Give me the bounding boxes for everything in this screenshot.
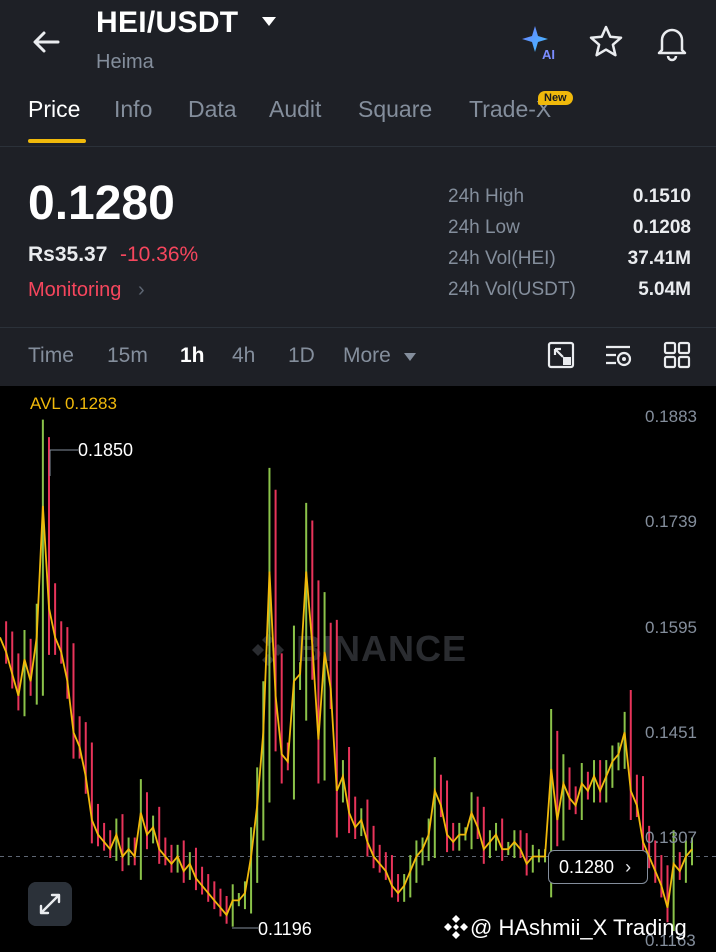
stat-label-24h-high: 24h High bbox=[448, 186, 525, 207]
y-axis-tick: 0.1739 bbox=[645, 512, 697, 531]
divider bbox=[0, 327, 716, 328]
y-axis-tick: 0.1595 bbox=[645, 618, 697, 637]
active-tab-indicator bbox=[28, 139, 86, 143]
y-axis-tick: 0.1451 bbox=[645, 723, 697, 742]
monitoring-link[interactable]: Monitoring bbox=[28, 279, 121, 302]
last-price: 0.1280 bbox=[28, 177, 175, 230]
chevron-right-icon[interactable]: › bbox=[138, 279, 145, 302]
stat-label-24h-vol-base: 24h Vol(HEI) bbox=[448, 248, 556, 269]
indicator-settings-icon[interactable] bbox=[603, 340, 633, 370]
price-change-percent: -10.36% bbox=[120, 243, 199, 266]
divider bbox=[0, 146, 716, 147]
current-price-tag[interactable]: 0.1280 › bbox=[548, 850, 648, 884]
avl-label: AVL 0.1283 bbox=[30, 394, 117, 413]
back-arrow-icon[interactable] bbox=[28, 24, 64, 60]
watermark-credit: @ HAshmii_X Trading bbox=[470, 915, 687, 940]
interval-1h[interactable]: 1h bbox=[180, 344, 205, 368]
interval-4h[interactable]: 4h bbox=[232, 344, 255, 368]
tab-info[interactable]: Info bbox=[114, 96, 152, 123]
fiat-price: Rs35.37 bbox=[28, 243, 108, 266]
y-axis-tick: 0.1307 bbox=[645, 828, 697, 847]
stat-value-24h-high: 0.1510 bbox=[632, 186, 691, 207]
chart-high-label: 0.1850 bbox=[78, 440, 134, 460]
interval-time[interactable]: Time bbox=[28, 344, 74, 368]
stat-label-24h-vol-quote: 24h Vol(USDT) bbox=[448, 279, 576, 300]
pair-title[interactable]: HEI/USDT bbox=[96, 6, 238, 40]
chart-low-label: 0.1196 bbox=[258, 919, 312, 939]
fullscreen-icon[interactable] bbox=[546, 340, 576, 370]
ai-sparkle-icon[interactable]: AI bbox=[520, 22, 560, 62]
tab-data[interactable]: Data bbox=[188, 96, 237, 123]
chevron-right-icon: › bbox=[625, 857, 632, 877]
binance-logo-icon bbox=[444, 915, 468, 939]
current-price-value: 0.1280 bbox=[559, 857, 615, 877]
expand-chart-button[interactable] bbox=[28, 882, 72, 926]
stat-value-24h-low: 0.1208 bbox=[632, 217, 691, 238]
tab-bar: Price Info Data Audit Square Trade-X bbox=[0, 92, 716, 146]
token-name: Heima bbox=[96, 51, 154, 73]
stat-label-24h-low: 24h Low bbox=[448, 217, 520, 238]
svg-text:AI: AI bbox=[542, 47, 555, 62]
y-axis-tick: 0.1883 bbox=[645, 407, 697, 426]
star-icon[interactable] bbox=[586, 22, 626, 62]
interval-1d[interactable]: 1D bbox=[288, 344, 315, 368]
stat-value-24h-vol-quote: 5.04M bbox=[638, 279, 691, 300]
stat-value-24h-vol-base: 37.41M bbox=[627, 248, 691, 269]
tab-square[interactable]: Square bbox=[358, 96, 432, 123]
interval-more[interactable]: More bbox=[343, 344, 391, 368]
pair-dropdown-caret-icon[interactable] bbox=[262, 17, 276, 26]
interval-15m[interactable]: 15m bbox=[107, 344, 148, 368]
bell-icon[interactable] bbox=[652, 22, 692, 62]
high-pointer-line bbox=[49, 449, 78, 476]
tab-price[interactable]: Price bbox=[28, 96, 80, 123]
tab-audit[interactable]: Audit bbox=[269, 96, 321, 123]
new-badge: New bbox=[538, 91, 573, 105]
layout-grid-icon[interactable] bbox=[662, 340, 692, 370]
more-dropdown-caret-icon[interactable] bbox=[404, 353, 416, 361]
